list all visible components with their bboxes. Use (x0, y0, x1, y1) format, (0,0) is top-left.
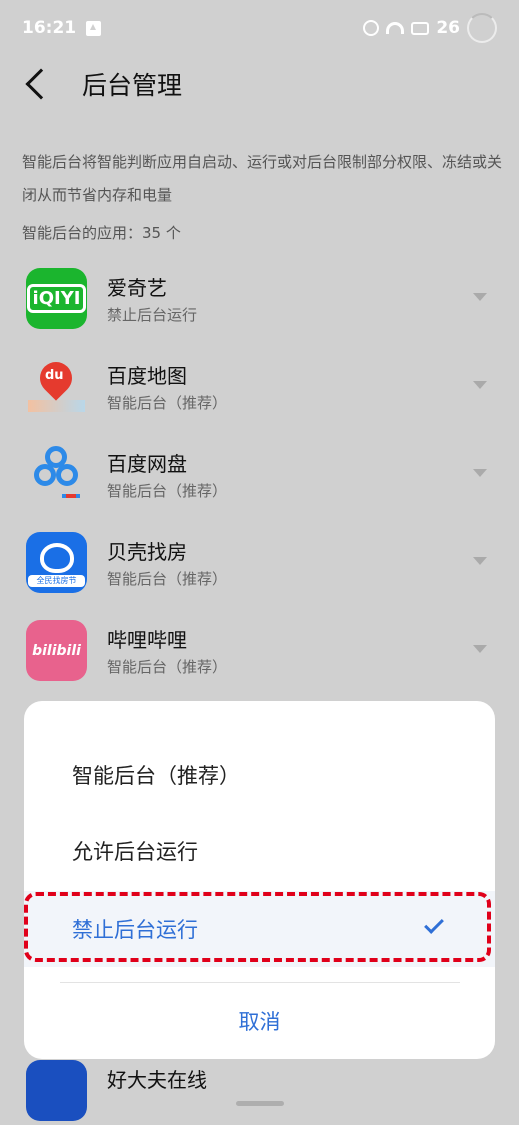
app-status: 智能后台（推荐） (107, 482, 228, 500)
alarm-icon (363, 20, 380, 36)
app-row-haodf[interactable]: 好大夫在线 (0, 1060, 519, 1125)
iqiyi-icon: iQIYI (26, 268, 87, 329)
divider (60, 982, 460, 983)
page-title: 后台管理 (82, 71, 183, 100)
highlight-annotation (24, 892, 491, 962)
battery-level: 26 (436, 18, 460, 38)
app-name: 贝壳找房 (107, 540, 187, 564)
app-name: 爱奇艺 (107, 276, 167, 300)
loading-spinner-icon (467, 13, 497, 43)
option-smart-background[interactable]: 智能后台（推荐） (24, 737, 495, 813)
cancel-button[interactable]: 取消 (24, 991, 495, 1051)
baidu-pan-icon (26, 444, 87, 505)
dropdown-arrow-icon[interactable] (473, 469, 487, 477)
beike-icon: 全民找房节 (26, 532, 87, 593)
dropdown-arrow-icon[interactable] (473, 645, 487, 653)
app-status: 智能后台（推荐） (107, 570, 228, 588)
app-name: 百度网盘 (107, 452, 187, 476)
haodf-icon (26, 1060, 87, 1121)
status-bar: 16:21 26 (0, 0, 519, 56)
status-icons: 26 (363, 13, 497, 43)
battery-icon (411, 21, 430, 35)
app-row-bilibili[interactable]: bilibili 哔哩哔哩 智能后台（推荐） (0, 620, 519, 708)
dropdown-arrow-icon[interactable] (473, 381, 487, 389)
option-allow-background[interactable]: 允许后台运行 (24, 813, 495, 889)
bilibili-icon: bilibili (26, 620, 87, 681)
app-status: 智能后台（推荐） (107, 658, 228, 676)
home-indicator[interactable] (236, 1101, 284, 1106)
app-status: 智能后台（推荐） (107, 394, 228, 412)
dropdown-arrow-icon[interactable] (473, 293, 487, 301)
baidu-map-icon: du (26, 355, 87, 417)
app-row-iqiyi[interactable]: iQIYI 爱奇艺 禁止后台运行 (0, 268, 519, 356)
app-row-beike[interactable]: 全民找房节 贝壳找房 智能后台（推荐） (0, 532, 519, 620)
upload-notification-icon (86, 20, 102, 36)
dropdown-arrow-icon[interactable] (473, 557, 487, 565)
app-row-baidu-map[interactable]: du 百度地图 智能后台（推荐） (0, 355, 519, 444)
page-header: 后台管理 (0, 56, 519, 112)
app-row-baidu-pan[interactable]: 百度网盘 智能后台（推荐） (0, 444, 519, 532)
background-mode-sheet: 智能后台（推荐） 允许后台运行 禁止后台运行 取消 (24, 701, 495, 1059)
app-status: 禁止后台运行 (107, 306, 198, 324)
app-name: 好大夫在线 (107, 1068, 207, 1092)
wifi-icon (386, 22, 405, 34)
status-time: 16:21 (22, 18, 77, 38)
app-name: 哔哩哔哩 (107, 628, 187, 652)
app-count-label: 智能后台的应用：35 个 (22, 224, 181, 242)
back-arrow-icon[interactable] (25, 68, 57, 100)
app-name: 百度地图 (107, 364, 187, 388)
description-text: 智能后台将智能判断应用自启动、运行或对后台限制部分权限、冻结或关闭从而节省内存和… (22, 153, 503, 204)
